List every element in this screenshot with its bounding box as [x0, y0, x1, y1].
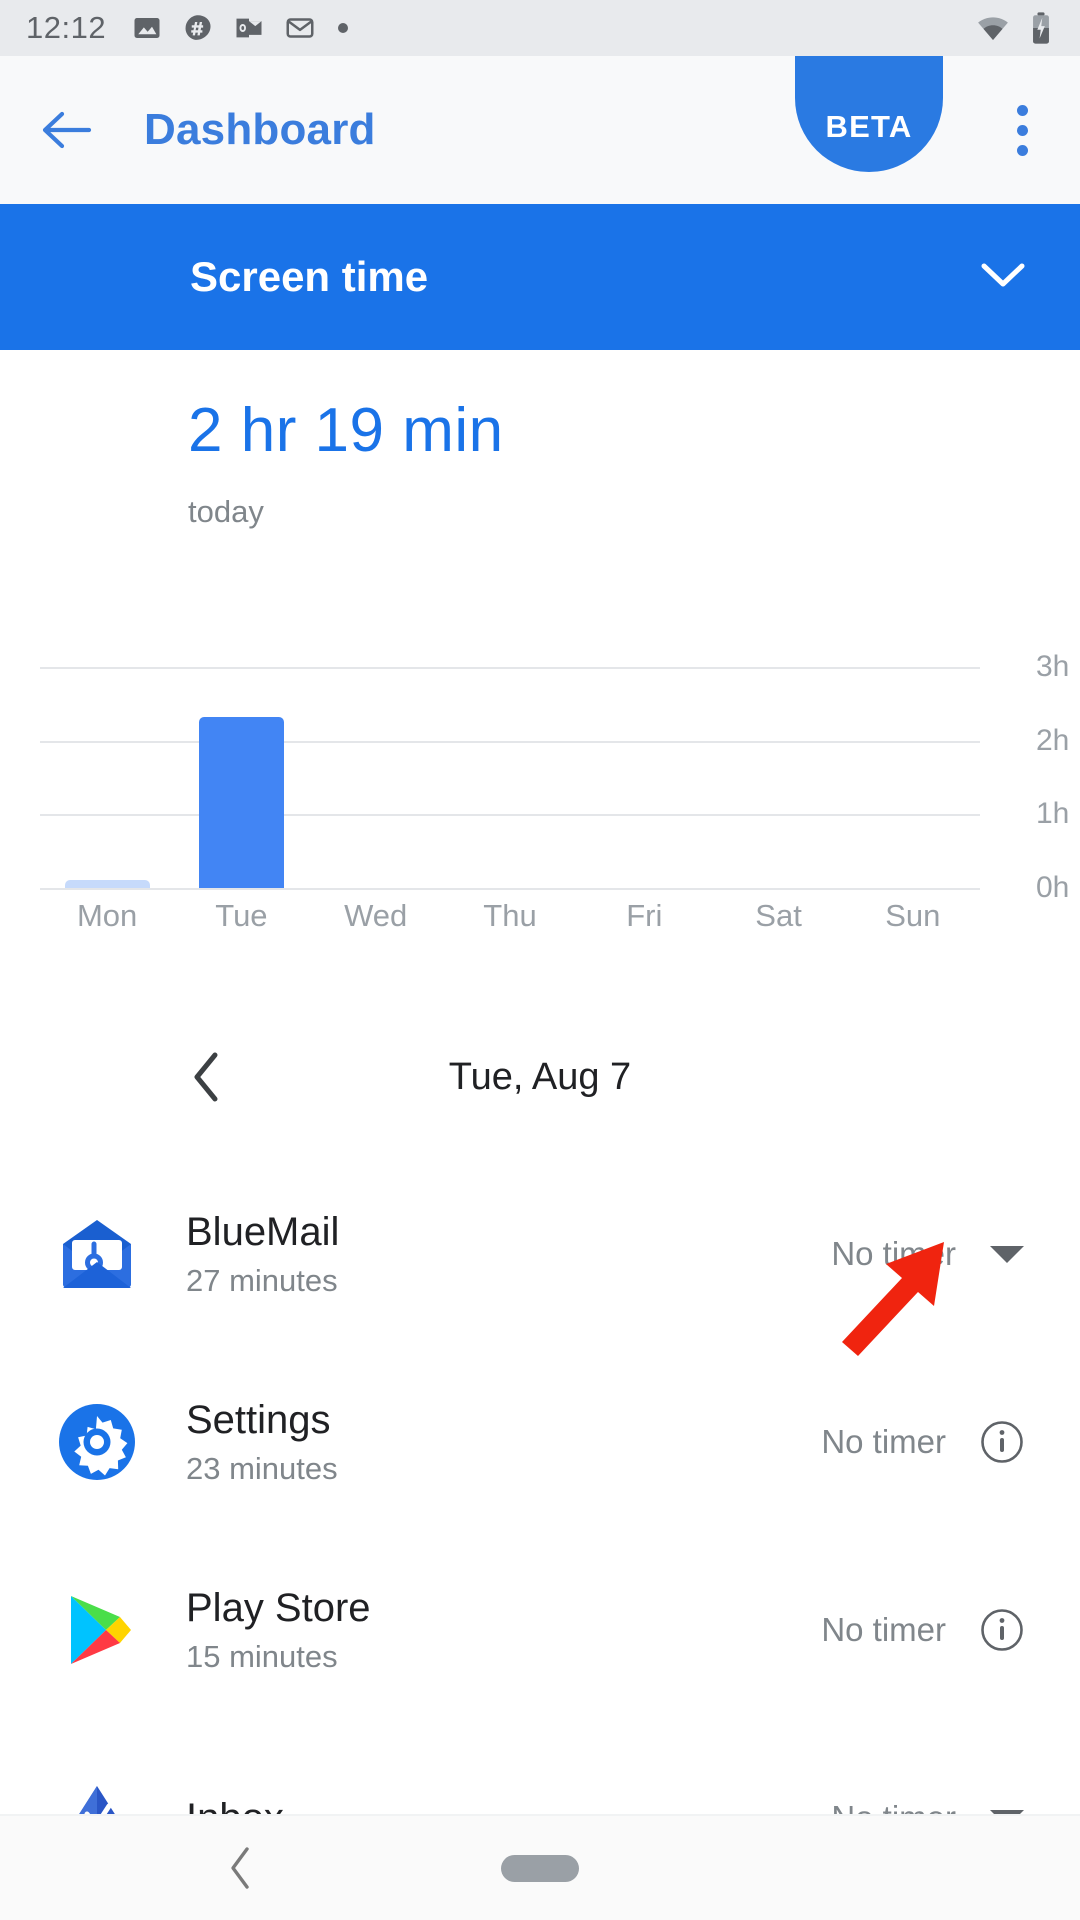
playstore-icon — [56, 1589, 138, 1671]
overflow-dot — [1016, 144, 1028, 156]
app-usage-row[interactable]: Play Store 15 minutes No timer — [0, 1536, 1080, 1724]
chart-x-tick-label: Wed — [344, 898, 408, 933]
chart-bar-cell[interactable] — [577, 656, 711, 888]
back-arrow-icon[interactable] — [34, 98, 98, 162]
date-navigation: Tue, Aug 7 — [0, 1022, 1080, 1132]
app-usage-duration: 27 minutes — [186, 1263, 338, 1298]
dot-icon — [338, 23, 349, 33]
chart-y-tick-label: 2h — [1036, 723, 1070, 757]
status-clock: 12:12 — [26, 10, 107, 45]
chevron-down-icon[interactable] — [980, 261, 1026, 294]
overflow-dot — [1016, 104, 1028, 116]
app-timer-control[interactable]: No timer — [821, 1608, 1024, 1652]
app-usage-duration: 15 minutes — [186, 1639, 338, 1674]
app-usage-text: Play Store 15 minutes — [186, 1585, 371, 1675]
app-name: BlueMail — [186, 1210, 340, 1254]
app-usage-row[interactable]: BlueMail 27 minutes No timer — [0, 1160, 1080, 1348]
chart-x-tick-label: Tue — [215, 898, 268, 933]
chart-bar-cell[interactable] — [40, 656, 174, 888]
total-screen-time: 2 hr 19 min — [188, 396, 504, 465]
slack-icon — [185, 15, 211, 40]
mail-icon — [286, 18, 314, 38]
nav-home-pill[interactable] — [501, 1854, 579, 1882]
app-timer-label: No timer — [821, 1611, 946, 1648]
chevron-left-icon[interactable] — [178, 1049, 234, 1105]
screen-time-section-header[interactable]: Screen time — [0, 204, 1080, 350]
status-system-icons — [976, 11, 1054, 45]
chart-y-tick-label: 3h — [1036, 650, 1070, 684]
overflow-menu-icon[interactable] — [990, 56, 1054, 204]
settings-icon — [56, 1401, 138, 1483]
outlook-icon — [236, 18, 262, 38]
chart-y-tick-label: 1h — [1036, 797, 1070, 831]
app-usage-row[interactable]: Settings 23 minutes No timer — [0, 1348, 1080, 1536]
beta-badge-label: BETA — [825, 109, 913, 144]
battery-charging-icon — [1033, 12, 1049, 44]
overflow-dot — [1016, 124, 1028, 136]
chart-x-tick-label: Fri — [626, 898, 663, 933]
app-name: Settings — [186, 1398, 331, 1442]
info-icon[interactable] — [980, 1420, 1024, 1464]
photos-icon — [134, 18, 160, 38]
screen-time-summary: 2 hr 19 min today — [188, 400, 504, 530]
app-timer-control[interactable]: No timer — [831, 1235, 1024, 1273]
app-usage-list: BlueMail 27 minutes No timer Settings 23 min… — [0, 1160, 1080, 1912]
app-timer-label: No timer — [821, 1423, 946, 1460]
chart-bar-cell[interactable] — [174, 656, 308, 888]
status-bar: 12:12 — [0, 0, 1080, 56]
nav-back-icon[interactable] — [210, 1838, 270, 1898]
chart-x-tick-label: Sat — [755, 898, 802, 933]
chart-bar-cell[interactable] — [711, 656, 845, 888]
screen-time-label: Screen time — [190, 253, 429, 300]
wifi-icon — [978, 17, 1008, 41]
total-screen-time-period: today — [188, 494, 264, 529]
chart-bar[interactable] — [64, 880, 150, 888]
chart-bar-cell[interactable] — [443, 656, 577, 888]
weekly-usage-chart: 0h 1h 2h 3h Mon Tue Wed Thu Fri Sat Sun — [0, 640, 1080, 940]
chart-bars — [40, 656, 980, 888]
app-timer-control[interactable]: No timer — [821, 1420, 1024, 1464]
system-nav-bar — [0, 1816, 1080, 1920]
chart-bar-cell[interactable] — [309, 656, 443, 888]
app-timer-label: No timer — [831, 1235, 956, 1272]
app-name: Play Store — [186, 1586, 371, 1630]
selected-date-label: Tue, Aug 7 — [448, 1055, 632, 1098]
chart-x-tick-label: Thu — [483, 898, 537, 933]
chart-gridline — [40, 888, 980, 890]
chevron-down-icon[interactable] — [990, 1245, 1024, 1263]
dashboard-screen: 12:12 Dashboard BETA Screen time 2 hr 19… — [0, 0, 1080, 1920]
status-notification-icons — [132, 13, 350, 43]
chart-y-tick-label: 0h — [1036, 871, 1070, 904]
chart-bar[interactable] — [198, 717, 284, 888]
app-usage-text: BlueMail 27 minutes — [186, 1209, 339, 1299]
chart-x-axis: Mon Tue Wed Thu Fri Sat Sun — [40, 898, 980, 934]
app-usage-text: Settings 23 minutes — [186, 1397, 338, 1487]
app-usage-duration: 23 minutes — [186, 1451, 338, 1486]
bluemail-icon — [56, 1213, 138, 1295]
page-title: Dashboard — [144, 105, 376, 154]
chart-x-tick-label: Mon — [76, 898, 138, 933]
chart-x-tick-label: Sun — [885, 898, 941, 933]
info-icon[interactable] — [980, 1608, 1024, 1652]
chart-bar-cell[interactable] — [846, 656, 980, 888]
